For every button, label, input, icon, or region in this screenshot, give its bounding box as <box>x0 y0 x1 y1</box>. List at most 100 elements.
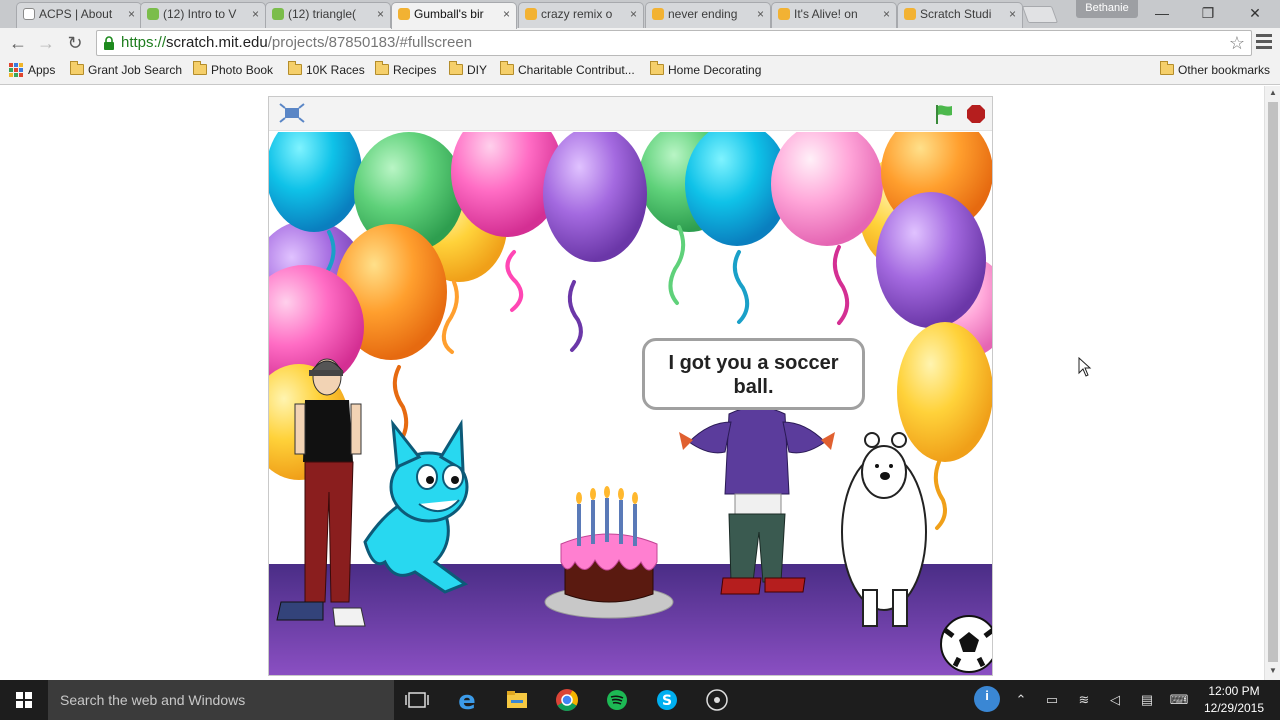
scroll-down-icon[interactable]: ▼ <box>1269 666 1277 675</box>
leaf-favicon-icon <box>147 8 159 20</box>
keyboard-icon[interactable]: ⌨ <box>1168 690 1190 710</box>
forward-button[interactable]: → <box>34 31 58 55</box>
bookmark-star-icon[interactable]: ☆ <box>1229 31 1245 55</box>
tab-strip: ACPS | About × (12) Intro to V × (12) tr… <box>0 0 1280 29</box>
tab-intro[interactable]: (12) Intro to V × <box>140 2 266 28</box>
tab-close-icon[interactable]: × <box>883 3 890 25</box>
spotify-icon[interactable] <box>592 680 642 720</box>
tab-title: crazy remix o <box>541 7 613 21</box>
green-flag-icon[interactable] <box>933 103 955 125</box>
tab-scratch-studio[interactable]: Scratch Studi × <box>897 2 1023 28</box>
tab-title: Gumball's bir <box>414 7 484 21</box>
close-window-button[interactable]: ✕ <box>1232 2 1278 24</box>
speech-bubble: I got you a soccer ball. <box>642 338 865 410</box>
tab-title: Scratch Studi <box>920 7 992 21</box>
tab-close-icon[interactable]: × <box>503 3 510 25</box>
restore-button[interactable]: ❐ <box>1185 2 1231 24</box>
svg-text:S: S <box>662 693 672 709</box>
bookmark-folder[interactable]: DIY <box>447 61 488 81</box>
folder-icon <box>1160 61 1174 75</box>
exit-fullscreen-icon[interactable] <box>279 103 305 123</box>
clock-time: 12:00 PM <box>1208 684 1260 698</box>
stop-sign-icon[interactable] <box>966 104 986 124</box>
file-explorer-icon[interactable] <box>492 680 542 720</box>
bookmark-label: DIY <box>467 63 488 77</box>
scratch-favicon-icon <box>904 8 916 20</box>
player-controls-bar <box>269 97 992 131</box>
tab-acps[interactable]: ACPS | About × <box>16 2 142 28</box>
windows-start-icon[interactable] <box>0 680 48 720</box>
chrome-icon[interactable] <box>542 680 592 720</box>
volume-icon[interactable]: ◁ <box>1104 690 1126 710</box>
folder-icon <box>288 61 302 75</box>
tab-close-icon[interactable]: × <box>252 3 259 25</box>
page-scrollbar[interactable]: ▲ ▼ <box>1264 86 1280 680</box>
url-path: /projects/87850183/#fullscreen <box>267 34 473 51</box>
balloons-front <box>269 132 992 480</box>
action-center-icon[interactable]: ▤ <box>1136 690 1158 710</box>
folder-icon <box>70 61 84 75</box>
tab-close-icon[interactable]: × <box>630 3 637 25</box>
url-host: scratch.mit.edu <box>166 34 268 51</box>
tab-crazy-remix[interactable]: crazy remix o × <box>518 2 644 28</box>
url-scheme: https:// <box>121 34 167 51</box>
scratch-favicon-icon <box>525 8 537 20</box>
mouse-cursor-icon <box>1078 357 1092 377</box>
speech-text: I got you a soccer ball. <box>668 352 839 398</box>
apps-grid-icon <box>9 63 23 77</box>
bookmark-apps[interactable]: Apps <box>8 63 55 81</box>
minimize-button[interactable]: — <box>1139 2 1185 24</box>
bookmark-folder[interactable]: Charitable Contribut... <box>498 61 635 81</box>
bookmark-folder[interactable]: Recipes <box>373 61 437 81</box>
folder-icon <box>193 61 207 75</box>
taskbar-search-box[interactable]: Search the web and Windows <box>48 680 394 720</box>
bookmark-folder[interactable]: 10K Races <box>286 61 365 81</box>
url-text: https://scratch.mit.edu/projects/8785018… <box>121 31 472 55</box>
scratch-player: I got you a soccer ball. <box>268 96 993 676</box>
back-button[interactable]: ← <box>6 31 30 55</box>
tab-close-icon[interactable]: × <box>128 3 135 25</box>
bookmark-folder[interactable]: Photo Book <box>191 61 273 81</box>
tab-never-ending[interactable]: never ending × <box>645 2 771 28</box>
tab-triangle[interactable]: (12) triangle( × <box>265 2 391 28</box>
clock-date: 12/29/2015 <box>1203 701 1265 715</box>
profile-badge[interactable]: Bethanie <box>1076 0 1138 18</box>
show-hidden-icons[interactable]: ⌃ <box>1010 690 1032 710</box>
bookmark-label: Charitable Contribut... <box>518 63 635 77</box>
scratch-favicon-icon <box>652 8 664 20</box>
folder-icon <box>375 61 389 75</box>
notification-badge[interactable]: i <box>974 686 1000 712</box>
bookmarks-bar: Apps Grant Job Search Photo Book 10K Rac… <box>0 58 1280 85</box>
tab-title: never ending <box>668 7 738 21</box>
tab-its-alive[interactable]: It's Alive! on × <box>771 2 897 28</box>
bookmark-label: Apps <box>28 63 56 77</box>
tab-close-icon[interactable]: × <box>1009 3 1016 25</box>
bookmark-label: 10K Races <box>306 63 365 77</box>
address-bar[interactable]: https://scratch.mit.edu/projects/8785018… <box>96 30 1252 56</box>
bookmark-label: Grant Job Search <box>88 63 183 77</box>
bookmark-folder[interactable]: Home Decorating <box>648 61 761 81</box>
skype-icon[interactable]: S <box>642 680 692 720</box>
other-bookmarks[interactable]: Other bookmarks <box>1158 61 1270 81</box>
tab-close-icon[interactable]: × <box>757 3 764 25</box>
new-tab-button[interactable] <box>1021 6 1059 23</box>
project-stage[interactable]: I got you a soccer ball. <box>269 132 992 675</box>
bookmark-folder[interactable]: Grant Job Search <box>68 61 183 81</box>
menu-icon[interactable] <box>1256 34 1272 50</box>
task-view-icon[interactable] <box>392 680 442 720</box>
tab-gumball[interactable]: Gumball's bir × <box>391 2 517 29</box>
wifi-icon[interactable]: ≋ <box>1073 690 1095 710</box>
edge-browser-icon[interactable]: e <box>442 680 492 720</box>
taskbar-clock[interactable]: 12:00 PM 12/29/2015 <box>1196 683 1272 717</box>
lock-icon <box>104 36 114 50</box>
battery-icon[interactable]: ▭ <box>1041 690 1063 710</box>
reload-button[interactable]: ↻ <box>63 31 87 55</box>
bookmark-label: Recipes <box>393 63 437 77</box>
tab-title: ACPS | About <box>39 7 113 21</box>
scroll-up-icon[interactable]: ▲ <box>1269 88 1277 97</box>
cortana-app-icon[interactable] <box>692 680 742 720</box>
tab-close-icon[interactable]: × <box>377 3 384 25</box>
scroll-thumb[interactable] <box>1268 102 1278 662</box>
windows-taskbar: Search the web and Windows e S i ⌃ ▭ ≋ ◁… <box>0 680 1280 720</box>
soccer-ball <box>940 615 992 673</box>
